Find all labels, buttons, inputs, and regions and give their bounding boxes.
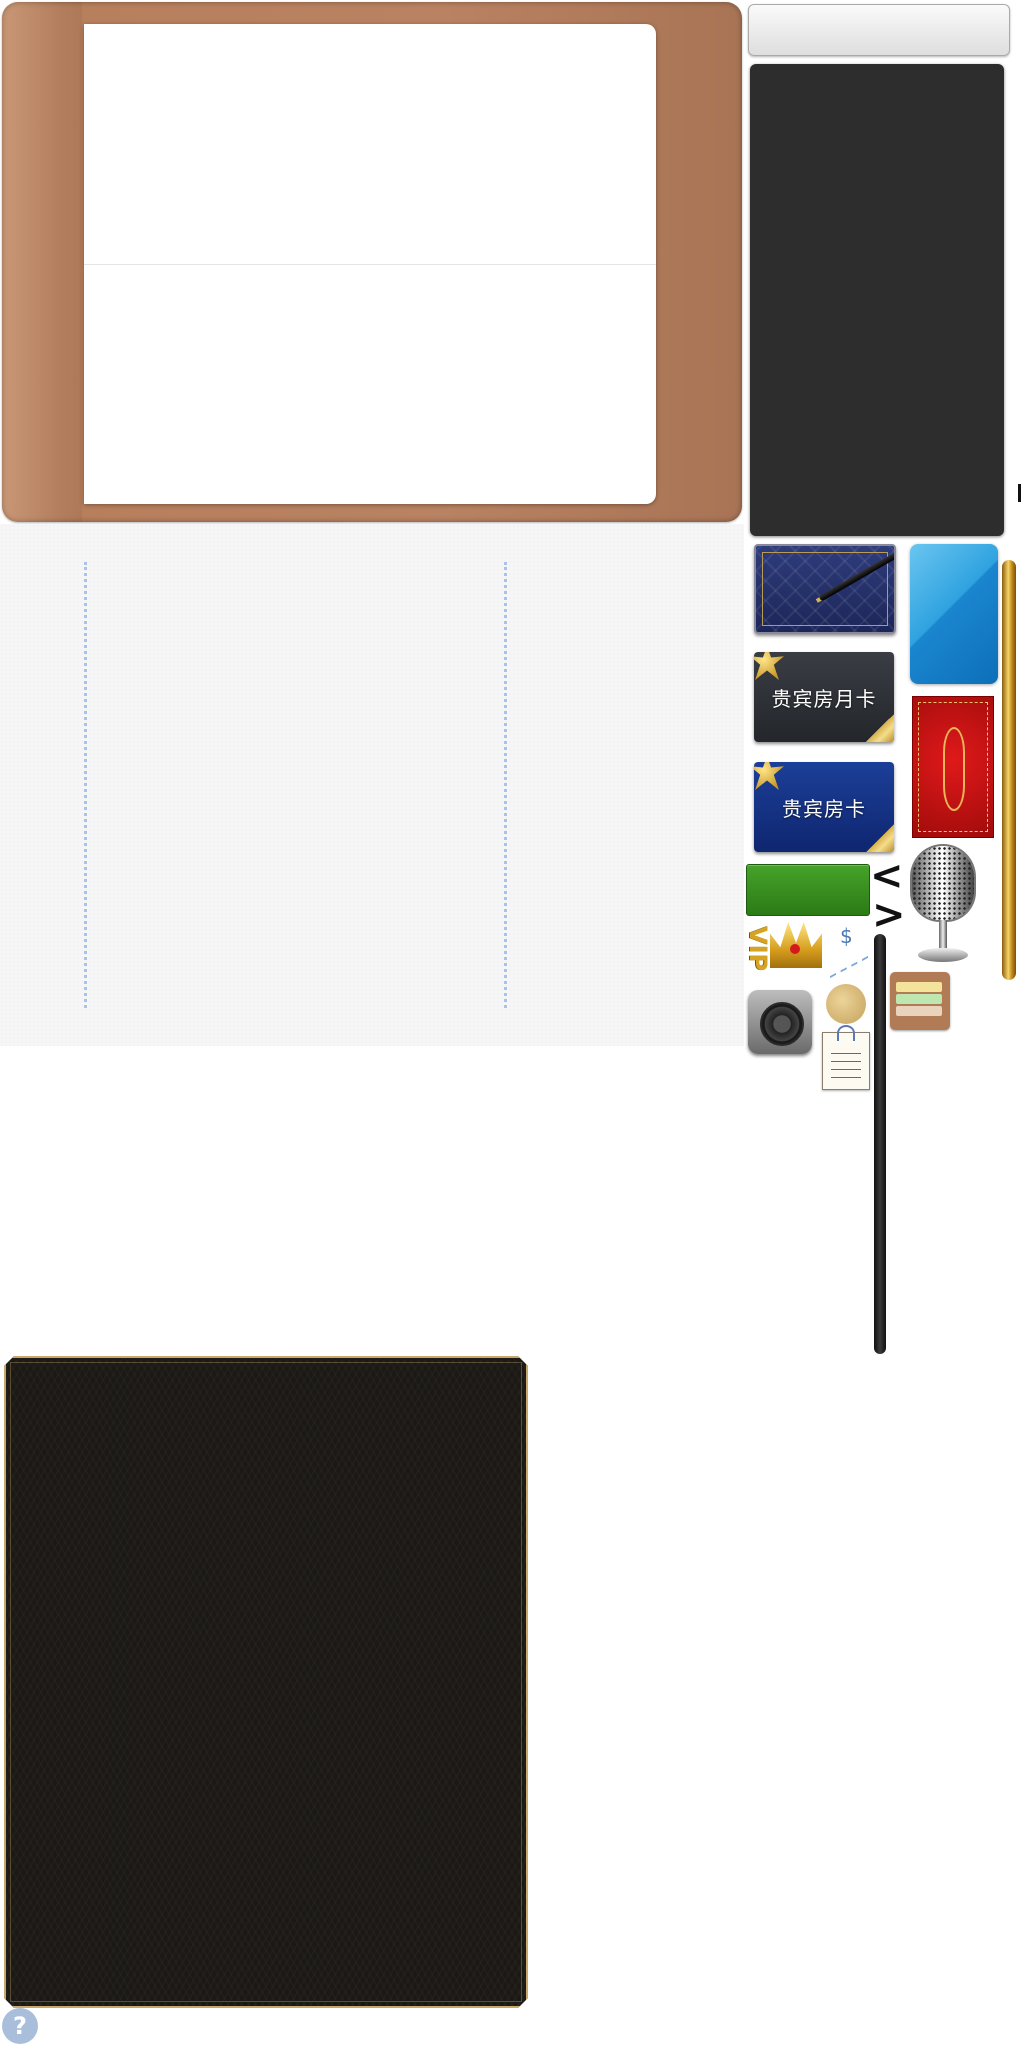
card-inner-frame <box>762 552 888 626</box>
microphone-stem <box>939 920 947 950</box>
scrollbar-track[interactable] <box>874 934 886 1354</box>
chevron-left-icon[interactable]: < <box>870 856 904 896</box>
microphone-base <box>918 948 968 962</box>
crown-gem <box>790 944 800 954</box>
wallet-card-beige <box>896 1006 942 1016</box>
ornament-icon <box>943 727 965 811</box>
left-margin-line <box>84 562 87 1008</box>
bow-icon <box>754 652 784 680</box>
red-ornate-card[interactable] <box>912 696 994 838</box>
safe-dial <box>760 1002 804 1046</box>
edge-marker <box>1018 484 1021 502</box>
memo-line <box>831 1061 861 1062</box>
toolbar-background <box>748 4 1010 56</box>
right-margin-line <box>504 562 507 1008</box>
memo-line <box>831 1077 861 1078</box>
chevron-right-icon[interactable]: > <box>872 895 906 935</box>
paper-divider <box>84 264 656 265</box>
quilted-card[interactable] <box>754 544 896 634</box>
safe-icon[interactable] <box>748 990 812 1054</box>
seal-icon <box>826 984 866 1024</box>
gold-scroll-rod <box>1002 560 1016 980</box>
green-button[interactable] <box>746 864 870 916</box>
monthly-card-label: 贵宾房月卡 <box>771 687 877 711</box>
memo-line <box>831 1069 861 1070</box>
memo-line <box>831 1053 861 1054</box>
help-icon[interactable]: ? <box>2 2008 38 2044</box>
memo-clip <box>837 1025 855 1041</box>
vip-label: VIP <box>744 926 772 972</box>
ruled-paper-panel <box>0 524 744 1046</box>
dark-textured-frame <box>4 1356 528 2008</box>
card-gold-corner <box>866 824 894 852</box>
dollar-icon: $ <box>840 924 853 948</box>
frame-inner-border <box>10 1362 522 2002</box>
wallet-icon[interactable] <box>890 972 950 1030</box>
notebook-paper <box>84 24 656 504</box>
monthly-room-card[interactable]: 贵宾房月卡 <box>754 652 894 742</box>
bow-icon <box>754 762 784 790</box>
microphone-icon[interactable] <box>912 846 974 920</box>
wallet-card-yellow <box>896 982 942 992</box>
memo-icon[interactable] <box>822 1025 870 1090</box>
card-gold-corner <box>866 714 894 742</box>
wallet-card-green <box>896 994 942 1004</box>
guest-room-card[interactable]: 贵宾房卡 <box>754 762 894 852</box>
leather-notebook <box>2 2 742 522</box>
guest-card-label: 贵宾房卡 <box>782 797 866 821</box>
blue-glossy-card[interactable] <box>910 544 998 684</box>
dark-panel <box>750 64 1004 536</box>
notebook-spine <box>2 2 82 522</box>
